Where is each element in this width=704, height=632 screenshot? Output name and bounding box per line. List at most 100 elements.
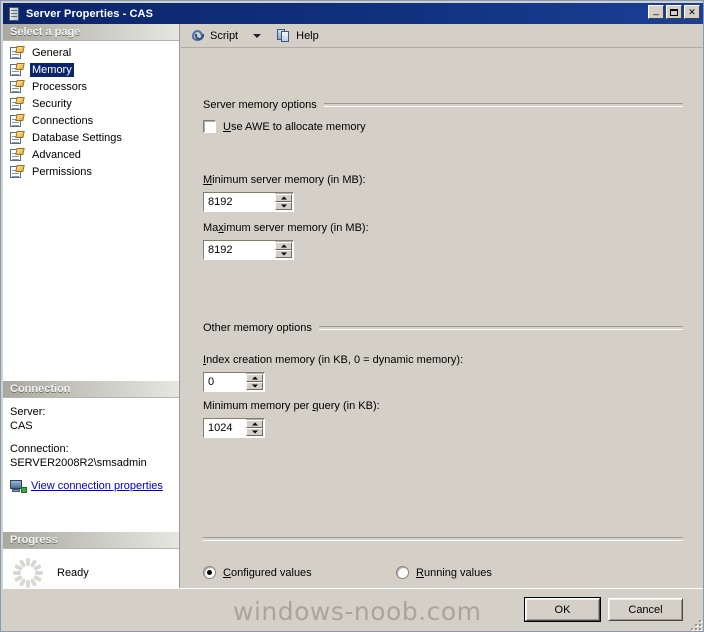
content-panel: Script Help Server memory options Use AW… [181,24,703,588]
page-icon [9,148,25,162]
sidebar-item-security[interactable]: Security [9,96,179,112]
configured-values-label: Configured values [223,567,312,579]
sidebar-item-connections[interactable]: Connections [9,113,179,129]
ok-button[interactable]: OK [525,598,600,621]
sidebar-item-advanced[interactable]: Advanced [9,147,179,163]
script-label: Script [210,30,238,42]
spinner-buttons [275,242,292,258]
help-label: Help [296,30,319,42]
running-values-label: Running values [416,567,492,579]
page-icon [9,97,25,111]
cancel-button[interactable]: Cancel [608,598,683,621]
connection-info: Connection: SERVER2008R2\smsadmin [10,442,186,470]
sidebar-item-label: Advanced [30,148,83,162]
page-icon [9,63,25,77]
index-creation-memory-value[interactable]: 0 [204,373,246,391]
page-icon [9,165,25,179]
max-server-memory-spinner[interactable]: 8192 [203,240,294,260]
group-divider [324,103,683,107]
configured-values-radio-row[interactable]: Configured values [203,566,312,579]
spinner-down-button[interactable] [246,382,263,390]
script-dropdown-button[interactable] [242,26,265,46]
running-values-radio[interactable] [396,566,409,579]
min-server-memory-spinner[interactable]: 8192 [203,192,294,212]
maximize-icon [667,6,681,18]
sidebar-item-processors[interactable]: Processors [9,79,179,95]
script-icon [191,28,206,43]
spinner-buttons [246,374,263,390]
page-icon [9,114,25,128]
help-button[interactable]: Help [273,26,323,46]
min-memory-per-query-label: Minimum memory per query (in KB): [203,400,380,412]
server-value: CAS [10,419,186,433]
close-icon: ✕ [685,6,699,18]
server-label: Server: [10,405,186,419]
spinner-up-button[interactable] [275,242,292,250]
sidebar-item-memory[interactable]: Memory [9,62,179,78]
sidebar-item-general[interactable]: General [9,45,179,61]
resize-grip[interactable] [688,617,701,630]
minimize-button[interactable]: _ [648,5,664,19]
help-icon [277,28,292,43]
min-server-memory-label: Minimum server memory (in MB): [203,174,366,186]
server-icon [6,6,22,22]
sidebar-item-label: Memory [30,63,74,77]
progress-spinner-icon [13,558,43,588]
other-memory-group-title: Other memory options [203,322,319,334]
progress-status: Ready [57,567,89,579]
group-divider [319,326,683,330]
maximize-button[interactable] [666,5,682,19]
spinner-buttons [246,420,263,436]
sidebar: Select a page General Memory Processors [3,24,180,588]
spinner-up-button[interactable] [246,374,263,382]
script-button[interactable]: Script [187,26,242,46]
select-page-header: Select a page [3,24,179,41]
page-list: General Memory Processors Security [3,41,179,180]
spinner-down-button[interactable] [275,202,292,210]
sidebar-item-label: Processors [30,80,89,94]
min-memory-per-query-spinner[interactable]: 1024 [203,418,265,438]
spinner-down-button[interactable] [275,250,292,258]
sidebar-item-label: Database Settings [30,131,124,145]
chevron-down-icon [253,34,261,38]
index-creation-memory-spinner[interactable]: 0 [203,372,265,392]
spinner-down-button[interactable] [246,428,263,436]
dialog-footer: windows-noob.com OK Cancel [3,588,703,631]
max-server-memory-value[interactable]: 8192 [204,241,275,259]
server-memory-group-header: Server memory options [203,99,683,111]
title-bar: Server Properties - CAS _ ✕ [3,3,703,24]
server-properties-dialog: Server Properties - CAS _ ✕ Select a pag… [0,0,704,632]
running-values-radio-row[interactable]: Running values [396,566,492,579]
spinner-up-button[interactable] [275,194,292,202]
min-memory-per-query-value[interactable]: 1024 [204,419,246,437]
values-section-divider [203,537,683,541]
sidebar-item-database-settings[interactable]: Database Settings [9,130,179,146]
watermark: windows-noob.com [233,597,482,626]
sidebar-item-label: Permissions [30,165,94,179]
index-creation-memory-label: Index creation memory (in KB, 0 = dynami… [203,354,463,366]
close-button[interactable]: ✕ [684,5,700,19]
min-server-memory-value[interactable]: 8192 [204,193,275,211]
sidebar-item-label: General [30,46,73,60]
sidebar-item-label: Security [30,97,74,111]
sidebar-item-label: Connections [30,114,95,128]
page-icon [9,80,25,94]
page-icon [9,46,25,60]
use-awe-checkbox[interactable] [203,120,216,133]
sidebar-item-permissions[interactable]: Permissions [9,164,179,180]
other-memory-group-header: Other memory options [203,322,683,334]
view-connection-properties-link[interactable]: View connection properties [10,479,186,493]
window-title: Server Properties - CAS [26,8,153,20]
memory-page: Server memory options Use AWE to allocat… [181,48,703,587]
configured-values-radio[interactable] [203,566,216,579]
spinner-up-button[interactable] [246,420,263,428]
use-awe-checkbox-row[interactable]: Use AWE to allocate memory [203,120,366,133]
connection-value: SERVER2008R2\smsadmin [10,456,186,470]
toolbar: Script Help [181,24,703,48]
view-connection-properties-label: View connection properties [31,479,163,493]
connection-label: Connection: [10,442,186,456]
page-icon [9,131,25,145]
computer-connection-icon [10,479,27,493]
progress-header: Progress [3,532,179,549]
spinner-buttons [275,194,292,210]
